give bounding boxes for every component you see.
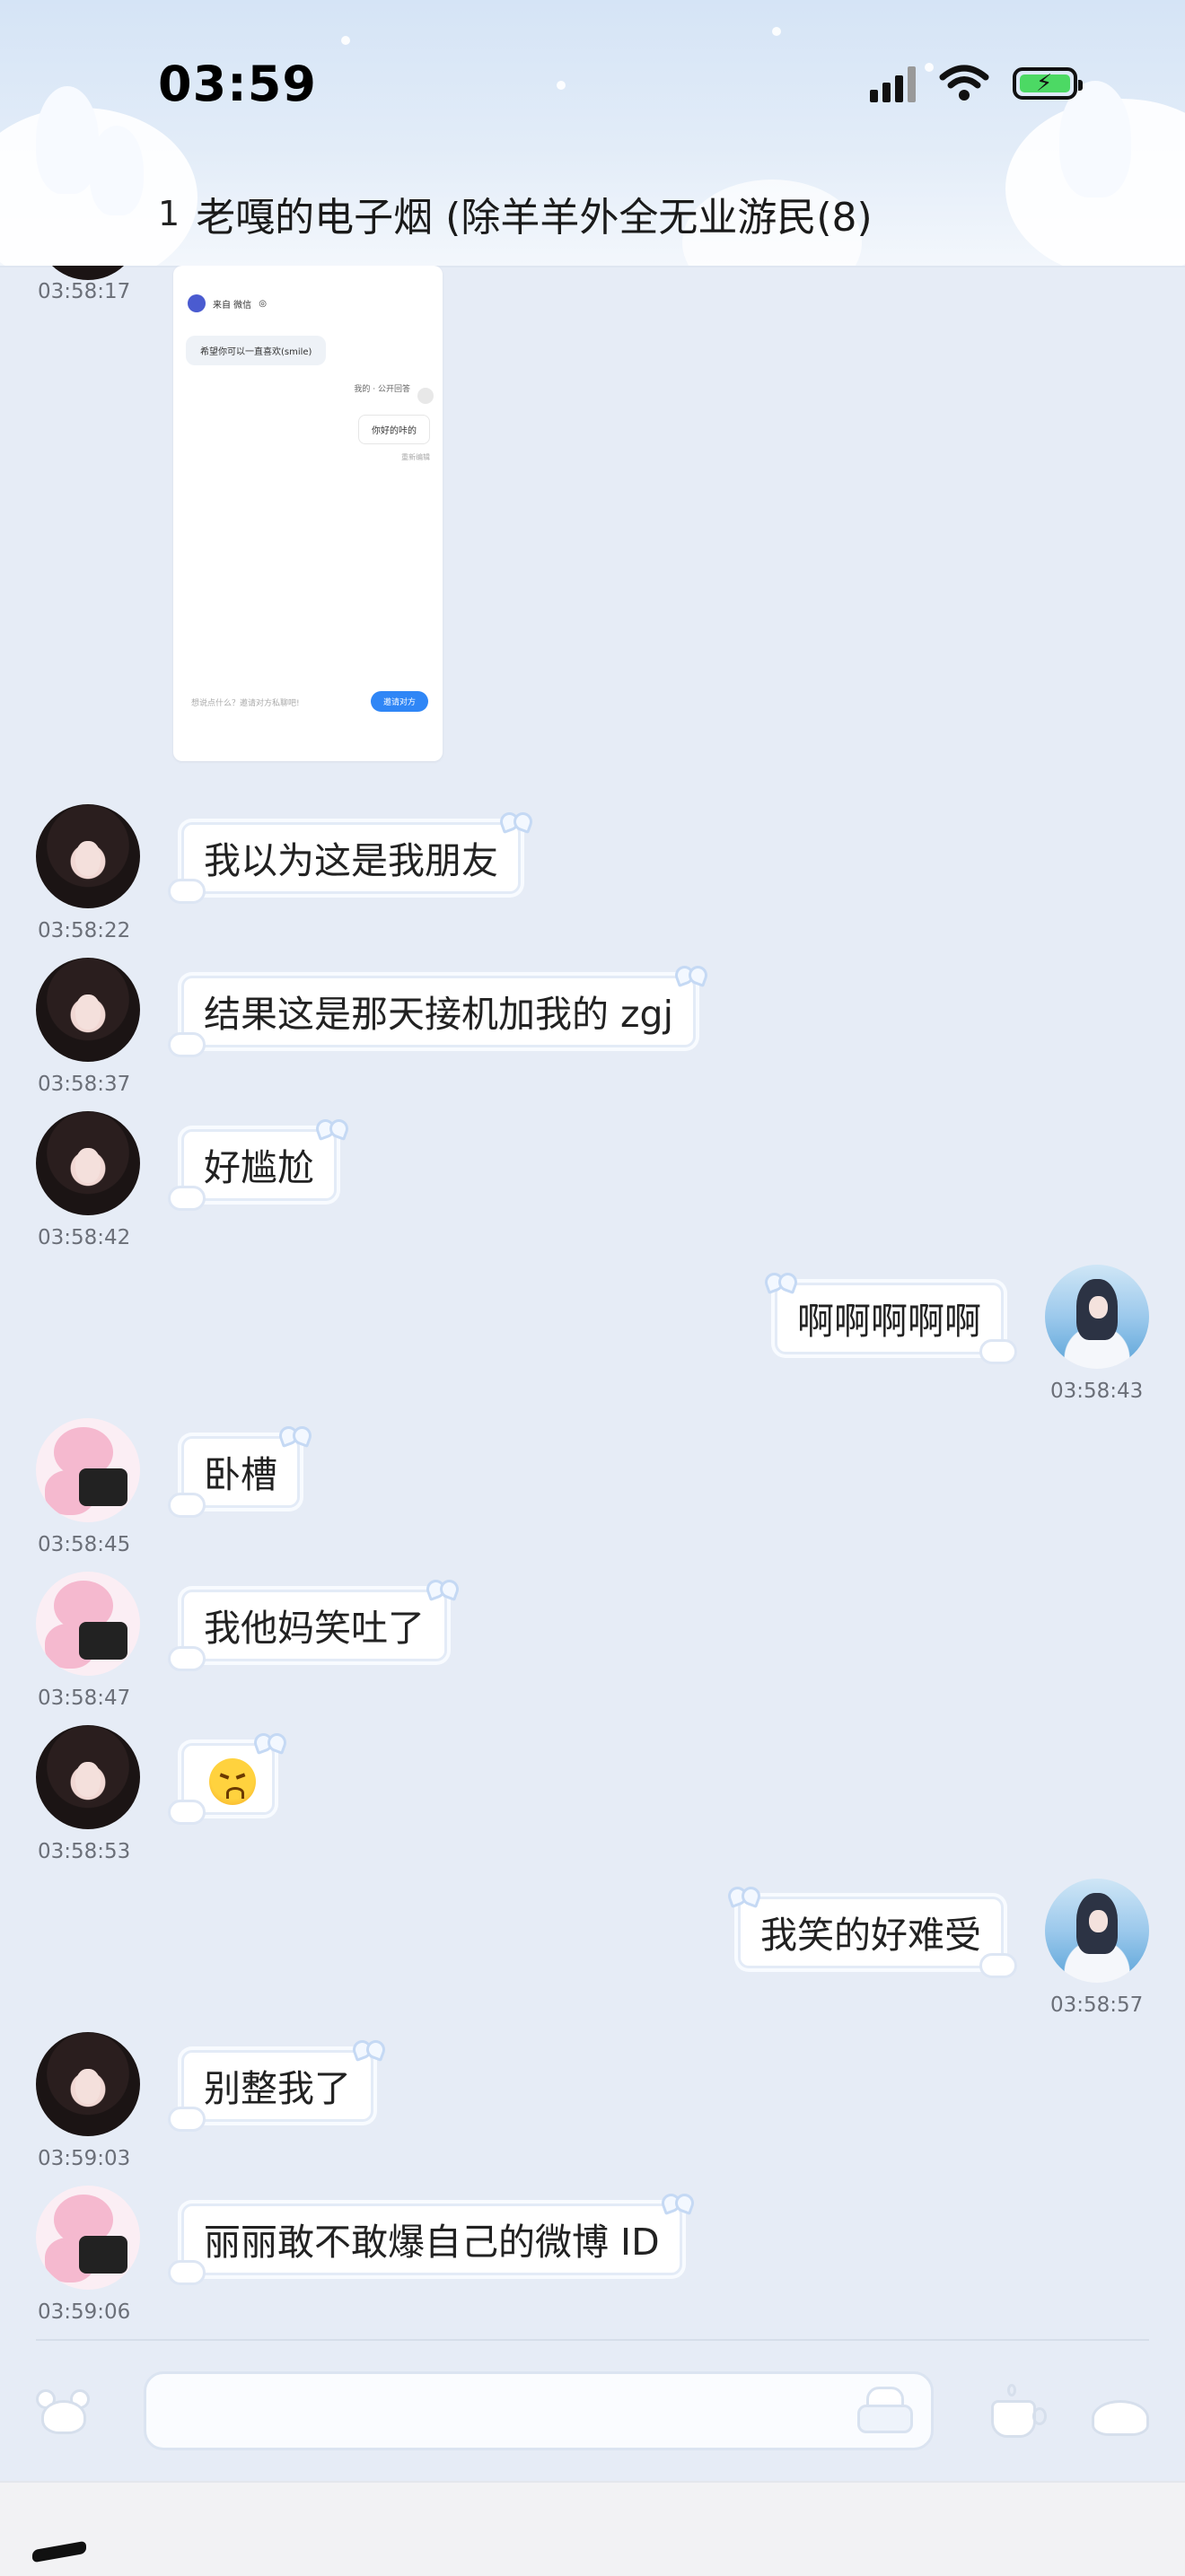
message-bubble[interactable]: 啊啊啊啊啊 [775, 1283, 1017, 1364]
message-time: 03:58:57 [1050, 1993, 1144, 2017]
screenshot-bubble-in: 希望你可以一直喜欢(smile) [186, 336, 327, 365]
avatar[interactable] [1045, 1265, 1149, 1369]
message-bubble[interactable]: 我笑的好难受 [738, 1897, 1017, 1978]
screenshot-image[interactable]: 来自 微信 ◎ 希望你可以一直喜欢(smile) 我的 · 公开回答 你好的咔的… [173, 266, 443, 761]
app-icon [188, 294, 206, 312]
bow-decoration [353, 2038, 383, 2060]
message-time: 03:58:47 [38, 1687, 131, 1710]
status-time: 03:59 [158, 56, 317, 112]
message-bubble[interactable]: 卧槽 [168, 1436, 300, 1518]
cloud-decoration [168, 1186, 206, 1211]
message-row: 03:58:47 我他妈笑吐了 [0, 1572, 1185, 1724]
title-bar: 1 老嘎的电子烟 (除羊羊外全无业游民(8) [158, 185, 873, 242]
message-row: 03:58:53 [0, 1725, 1185, 1878]
more-bun-icon[interactable] [1088, 2389, 1154, 2443]
screenshot-header: 来自 微信 ◎ [188, 294, 267, 312]
message-row: 03:59:06 丽丽敢不敢爆自己的微博 ID [0, 2186, 1185, 2334]
scroll-indicator [32, 2540, 86, 2563]
avatar[interactable] [36, 2186, 140, 2290]
screenshot-avatar [417, 388, 434, 404]
message-row: 03:58:22 我以为这是我朋友 [0, 804, 1185, 957]
message-row: 03:59:03 别整我了 [0, 2032, 1185, 2185]
screenshot-edit-label: 重新编辑 [401, 453, 430, 461]
cloud-decoration [168, 1032, 206, 1057]
cloud-decoration [979, 1953, 1017, 1978]
message-bubble[interactable]: 我他妈笑吐了 [168, 1590, 447, 1671]
back-unread-count[interactable]: 1 [158, 194, 180, 233]
avatar[interactable] [36, 1418, 140, 1522]
tree-decoration [90, 126, 144, 215]
message-row: 03:58:37 结果这是那天接机加我的 zgj [0, 958, 1185, 1110]
cloud-decoration [168, 1493, 206, 1518]
bow-decoration [316, 1117, 347, 1139]
message-time: 03:58:22 [38, 919, 131, 942]
bow-decoration [279, 1424, 310, 1446]
avatar[interactable] [36, 1111, 140, 1215]
avatar[interactable] [36, 958, 140, 1062]
bow-decoration [500, 810, 531, 832]
screenshot-footer-hint: 想说点什么？邀请对方私聊吧! [191, 699, 300, 708]
message-bubble[interactable]: 好尴尬 [168, 1129, 337, 1211]
bow-decoration [254, 1731, 285, 1753]
message-bubble[interactable]: 结果这是那天接机加我的 zgj [168, 976, 696, 1057]
cloud-decoration [168, 2260, 206, 2285]
divider [36, 2339, 1149, 2341]
cloud-decoration [168, 1646, 206, 1671]
message-time: 03:58:53 [38, 1840, 131, 1863]
screenshot-invite-button: 邀请对方 [370, 691, 428, 712]
bow-decoration [728, 1885, 759, 1906]
status-icons: ⚡ [870, 65, 1083, 102]
snowflake [557, 81, 566, 90]
message-row-self: 03:58:43 啊啊啊啊啊 [0, 1265, 1185, 1417]
cloud-decoration [168, 1800, 206, 1825]
message-time: 03:58:42 [38, 1226, 131, 1249]
message-bubble[interactable]: 我以为这是我朋友 [168, 822, 521, 904]
snowflake [341, 36, 350, 45]
snowflake [772, 27, 781, 36]
angry-face-emoji [209, 1758, 256, 1805]
avatar[interactable] [36, 266, 140, 280]
message-bubble[interactable] [168, 1743, 275, 1825]
screenshot-reply-meta: 我的 · 公开回答 [354, 385, 410, 394]
avatar[interactable] [36, 804, 140, 908]
message-row: 03:58:42 好尴尬 [0, 1111, 1185, 1264]
message-time: 03:58:43 [1050, 1380, 1144, 1403]
voice-mouse-icon[interactable] [32, 2386, 99, 2440]
bow-decoration [662, 2192, 692, 2213]
eye-icon: ◎ [259, 298, 267, 309]
wifi-icon [939, 65, 989, 101]
message-list[interactable]: 03:58:17 来自 微信 ◎ 希望你可以一直喜欢(smile) 我的 · 公… [0, 266, 1185, 2334]
bow-decoration [675, 964, 706, 986]
message-bubble[interactable]: 丽丽敢不敢爆自己的微博 ID [168, 2204, 682, 2285]
screenshot-bubble-out: 你好的咔的 [358, 415, 430, 444]
avatar[interactable] [1045, 1879, 1149, 1983]
message-time: 03:58:37 [38, 1073, 131, 1096]
bow-decoration [765, 1271, 795, 1292]
cup-icon[interactable] [986, 2384, 1052, 2438]
cloud-decoration [168, 879, 206, 904]
avatar[interactable] [36, 1725, 140, 1829]
message-time: 03:58:17 [38, 280, 131, 303]
chat-header: 03:59 ⚡ 1 老嘎的电子烟 (除羊羊外全无业游民(8) [0, 0, 1185, 267]
message-time: 03:59:03 [38, 2147, 131, 2170]
message-time: 03:58:45 [38, 1533, 131, 1556]
sticker-cake-icon[interactable] [857, 2387, 913, 2433]
message-input[interactable] [144, 2371, 934, 2450]
message-row: 03:58:45 卧槽 [0, 1418, 1185, 1571]
bow-decoration [426, 1578, 457, 1599]
message-row-self: 03:58:57 我笑的好难受 [0, 1879, 1185, 2031]
group-chat-title: 老嘎的电子烟 (除羊羊外全无业游民(8) [196, 195, 873, 241]
cellular-signal-icon [870, 65, 916, 102]
cloud-decoration [979, 1339, 1017, 1364]
avatar[interactable] [36, 1572, 140, 1676]
avatar[interactable] [36, 2032, 140, 2136]
message-bubble[interactable]: 别整我了 [168, 2050, 373, 2132]
message-time: 03:59:06 [38, 2300, 131, 2324]
bottom-area [0, 2481, 1185, 2576]
battery-charging-icon: ⚡ [1013, 67, 1083, 100]
cloud-decoration [168, 2107, 206, 2132]
message-image: 03:58:17 来自 微信 ◎ 希望你可以一直喜欢(smile) 我的 · 公… [0, 266, 1185, 786]
